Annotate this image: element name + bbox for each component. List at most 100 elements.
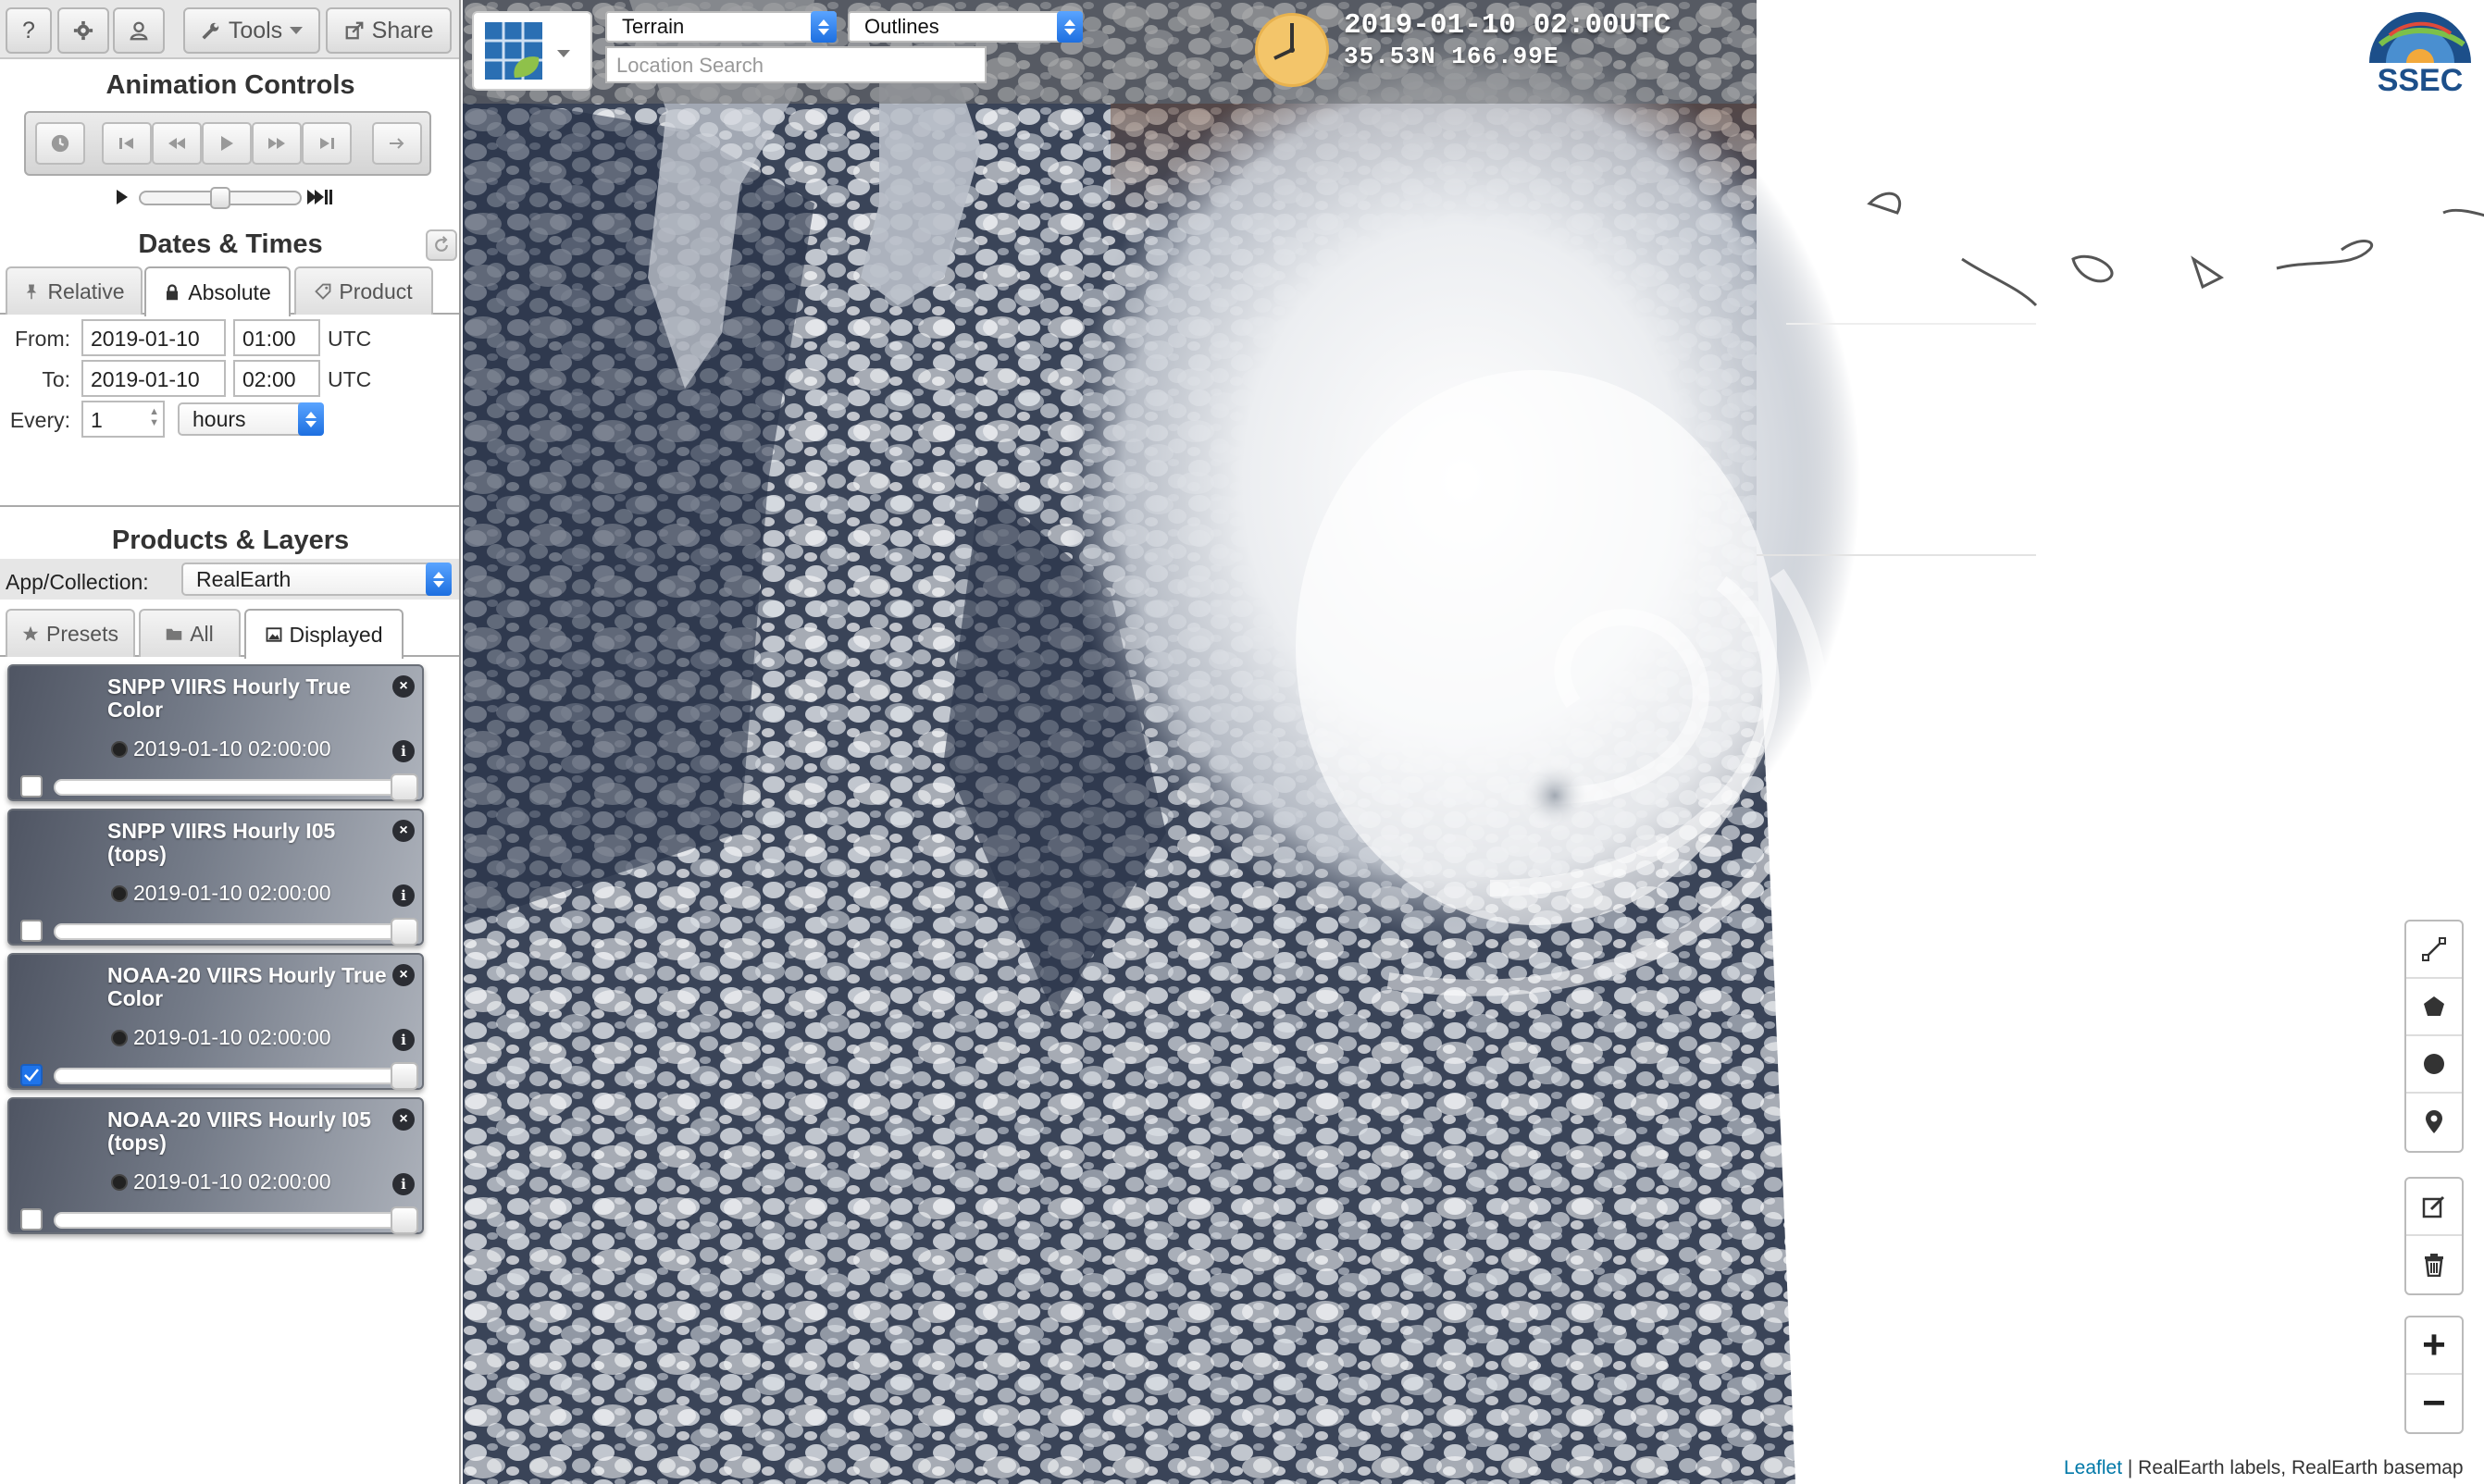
layer-opacity-slider[interactable]	[54, 1206, 418, 1234]
clock-button[interactable]	[35, 122, 85, 165]
layer-opacity-slider[interactable]	[54, 918, 418, 946]
collection-row: App/Collection: RealEarth	[0, 559, 459, 600]
minus-icon: −	[2422, 1380, 2446, 1426]
dates-tabs: Relative Absolute Product	[0, 265, 459, 316]
help-button[interactable]: ?	[6, 7, 52, 54]
zoom-in-button[interactable]: +	[2406, 1317, 2462, 1375]
first-frame-button[interactable]	[102, 122, 152, 165]
draw-polygon-button[interactable]	[2406, 979, 2462, 1036]
speed-slider-thumb[interactable]	[210, 187, 230, 209]
clock-icon	[111, 1029, 128, 1046]
tab-product[interactable]: Product	[294, 266, 433, 315]
basemap-switcher-button[interactable]	[472, 11, 592, 91]
step-forward-button[interactable]	[252, 122, 302, 165]
map-datetime-display: 2019-01-10 02:00UTC 35.53N 166.99E	[1344, 9, 1670, 70]
map-view[interactable]: Terrain Outlines Location Search 2019-01…	[463, 0, 2484, 1484]
tab-relative[interactable]: Relative	[6, 266, 143, 315]
logo-text: SSEC	[2378, 63, 2464, 94]
layer-visibility-checkbox[interactable]	[20, 775, 43, 798]
tab-absolute[interactable]: Absolute	[144, 266, 291, 316]
leaflet-link[interactable]: Leaflet	[2064, 1457, 2122, 1478]
delete-layers-button[interactable]	[2406, 1236, 2462, 1293]
layer-time: 2019-01-10 02:00:00	[111, 1025, 331, 1050]
layer-title: SNPP VIIRS Hourly I05 (tops)	[107, 819, 336, 866]
tab-all[interactable]: All	[139, 609, 241, 657]
user-button[interactable]	[113, 7, 165, 54]
from-timezone: UTC	[328, 327, 372, 351]
zoom-out-button[interactable]: −	[2406, 1375, 2462, 1432]
layer-card-noaa20-i05[interactable]: NOAA-20 VIIRS Hourly I05 (tops) × 2019-0…	[7, 1097, 424, 1234]
share-label: Share	[371, 17, 434, 43]
tools-button[interactable]: Tools	[183, 7, 320, 54]
layer-visibility-checkbox[interactable]	[20, 1064, 43, 1086]
every-unit-select[interactable]: hours	[178, 402, 324, 436]
animation-toolbar	[24, 111, 431, 176]
layer-opacity-slider[interactable]	[54, 773, 418, 801]
close-icon[interactable]: ×	[392, 1108, 415, 1131]
pin-icon	[27, 284, 37, 300]
speed-slider[interactable]	[139, 187, 302, 209]
draw-marker-button[interactable]	[2406, 1094, 2462, 1151]
info-icon[interactable]: i	[392, 740, 415, 762]
info-icon[interactable]: i	[392, 1173, 415, 1195]
location-search-input[interactable]: Location Search	[605, 46, 987, 83]
ssec-logo[interactable]: SSEC	[2362, 7, 2478, 98]
clock-icon	[111, 884, 128, 902]
info-icon[interactable]: i	[392, 884, 415, 907]
circle-icon	[2424, 1054, 2444, 1074]
clock-icon	[111, 740, 128, 758]
play-button[interactable]	[202, 122, 252, 165]
opacity-slider-thumb[interactable]	[391, 773, 418, 801]
chevron-down-icon	[290, 27, 304, 34]
draw-circle-button[interactable]	[2406, 1036, 2462, 1094]
map-header-bar: Terrain Outlines Location Search 2019-01…	[463, 0, 1757, 104]
clock-icon	[111, 1173, 128, 1191]
tab-displayed[interactable]: Displayed	[244, 609, 404, 659]
layer-visibility-checkbox[interactable]	[20, 1208, 43, 1230]
collection-select[interactable]: RealEarth	[181, 563, 452, 596]
layer-visibility-checkbox[interactable]	[20, 920, 43, 942]
layer-time: 2019-01-10 02:00:00	[111, 881, 331, 906]
opacity-slider-thumb[interactable]	[391, 918, 418, 946]
section-divider	[0, 505, 459, 507]
draw-line-button[interactable]	[2406, 921, 2462, 979]
advance-button[interactable]	[372, 122, 422, 165]
layer-card-noaa20-true-color[interactable]: NOAA-20 VIIRS Hourly True Color × 2019-0…	[7, 953, 424, 1090]
refresh-times-button[interactable]	[426, 229, 457, 261]
step-back-button[interactable]	[152, 122, 202, 165]
settings-button[interactable]	[57, 7, 109, 54]
select-arrows-icon	[811, 11, 837, 43]
from-time-field[interactable]: 01:00	[233, 319, 320, 356]
close-icon[interactable]: ×	[392, 675, 415, 698]
overlay-select[interactable]: Outlines	[848, 11, 1083, 43]
last-frame-button[interactable]	[302, 122, 352, 165]
layer-card-snpp-i05[interactable]: SNPP VIIRS Hourly I05 (tops) × 2019-01-1…	[7, 809, 424, 946]
select-arrows-icon	[1057, 11, 1083, 43]
lock-icon	[167, 284, 179, 301]
tab-presets[interactable]: Presets	[6, 609, 135, 657]
opacity-slider-thumb[interactable]	[391, 1206, 418, 1234]
share-button[interactable]: Share	[326, 7, 452, 54]
to-time-field[interactable]: 02:00	[233, 360, 320, 397]
plus-icon: +	[2422, 1322, 2446, 1367]
basemap-select[interactable]: Terrain	[605, 11, 837, 43]
every-stepper[interactable]: 1 ▲ ▼	[81, 401, 165, 438]
from-date-field[interactable]: 2019-01-10	[81, 319, 226, 356]
opacity-slider-thumb[interactable]	[391, 1062, 418, 1090]
close-icon[interactable]: ×	[392, 964, 415, 986]
from-label: From:	[14, 327, 70, 351]
edit-layers-button[interactable]	[2406, 1179, 2462, 1236]
layer-card-snpp-true-color[interactable]: SNPP VIIRS Hourly True Color × 2019-01-1…	[7, 664, 424, 801]
polygon-icon	[2424, 996, 2444, 1016]
stepper-arrows-icon[interactable]: ▲ ▼	[149, 406, 159, 428]
close-icon[interactable]: ×	[392, 820, 415, 842]
info-icon[interactable]: i	[392, 1029, 415, 1051]
select-arrows-icon	[298, 402, 324, 436]
select-arrows-icon	[426, 563, 452, 596]
play-icon	[221, 136, 233, 151]
layer-opacity-slider[interactable]	[54, 1062, 418, 1090]
map-marker-icon	[2426, 1110, 2442, 1133]
to-date-field[interactable]: 2019-01-10	[81, 360, 226, 397]
clock-icon	[51, 134, 69, 153]
layer-time: 2019-01-10 02:00:00	[111, 1169, 331, 1194]
